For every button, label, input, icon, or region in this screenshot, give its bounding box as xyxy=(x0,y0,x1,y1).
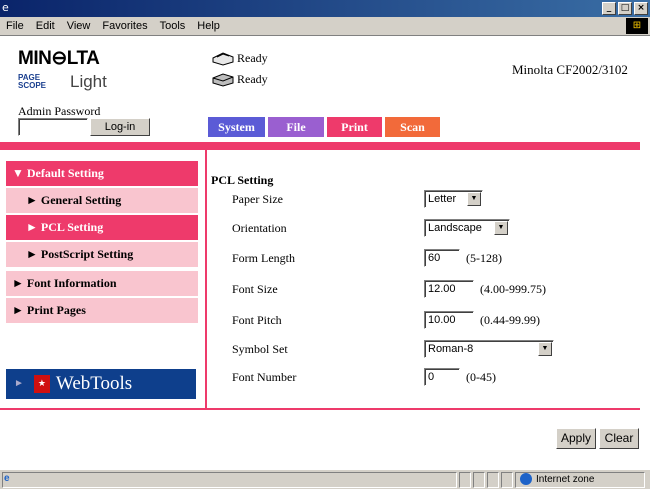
orientation-label: Orientation xyxy=(232,221,287,235)
form-length-hint: (5-128) xyxy=(466,250,502,265)
header-divider xyxy=(0,142,640,150)
ie-icon: e xyxy=(2,1,9,14)
sidebar-divider xyxy=(205,150,207,409)
window-controls: _ □ × xyxy=(602,2,648,15)
scanner-status: Ready xyxy=(211,71,268,87)
paper-size-label: Paper Size xyxy=(232,192,283,206)
tab-file[interactable]: File xyxy=(268,117,324,137)
device-model: Minolta CF2002/3102 xyxy=(512,62,628,77)
font-size-label: Font Size xyxy=(232,282,278,296)
printer-status: Ready xyxy=(211,50,268,66)
sidebar-item-print-pages[interactable]: ► Print Pages xyxy=(6,298,198,323)
window-title-bar: e _ □ × xyxy=(0,0,650,17)
orientation-select[interactable]: Landscape ▼ xyxy=(424,219,510,237)
orientation-control: Landscape ▼ xyxy=(424,218,510,238)
internet-zone: Internet zone xyxy=(520,473,594,485)
status-panel xyxy=(473,472,485,488)
status-panel xyxy=(487,472,499,488)
form-length-label: Form Length xyxy=(232,251,295,265)
sidebar-item-default-setting[interactable]: ▼ Default Setting xyxy=(6,161,198,186)
menu-help[interactable]: Help xyxy=(191,20,226,32)
clear-button[interactable]: Clear xyxy=(599,428,639,449)
font-number-label: Font Number xyxy=(232,370,297,384)
globe-icon xyxy=(520,473,532,485)
font-size-input[interactable]: 12.00 xyxy=(424,280,474,298)
paper-size-select[interactable]: Letter ▼ xyxy=(424,190,483,208)
scanner-status-text: Ready xyxy=(237,71,268,86)
symbol-set-label: Symbol Set xyxy=(232,342,288,356)
admin-password-label: Admin Password xyxy=(18,104,101,118)
tab-system[interactable]: System xyxy=(208,117,265,137)
footer-divider xyxy=(0,408,640,410)
dropdown-arrow-icon: ▼ xyxy=(538,342,552,356)
form-length-input[interactable]: 60 xyxy=(424,249,460,267)
status-panel-main xyxy=(2,472,457,488)
dropdown-arrow-icon: ▼ xyxy=(467,192,481,206)
browser-status-bar: e Internet zone xyxy=(0,469,650,489)
paper-size-control: Letter ▼ xyxy=(424,189,483,209)
webtools-link[interactable]: ► ★ WebTools xyxy=(6,369,196,399)
font-number-control: 0 (0-45) xyxy=(424,367,496,387)
tab-print[interactable]: Print xyxy=(327,117,382,137)
font-size-hint: (4.00-999.75) xyxy=(480,281,546,296)
menu-edit[interactable]: Edit xyxy=(30,20,61,32)
font-pitch-label: Font Pitch xyxy=(232,313,282,327)
symbol-set-control: Roman-8 ▼ xyxy=(424,339,554,359)
dropdown-arrow-icon: ▼ xyxy=(494,221,508,235)
scanner-icon xyxy=(212,73,234,87)
admin-password-input[interactable] xyxy=(18,118,88,136)
sidebar-item-font-information[interactable]: ► Font Information xyxy=(6,271,198,296)
menu-file[interactable]: File xyxy=(0,20,30,32)
login-button[interactable]: Log-in xyxy=(90,118,150,136)
close-button[interactable]: × xyxy=(634,2,648,15)
tab-scan[interactable]: Scan xyxy=(385,117,440,137)
menu-favorites[interactable]: Favorites xyxy=(96,20,153,32)
font-size-control: 12.00 (4.00-999.75) xyxy=(424,279,546,299)
pagescope-badge: PAGE SCOPE xyxy=(18,73,47,90)
menu-bar: File Edit View Favorites Tools Help ⊞ xyxy=(0,17,650,36)
status-panel xyxy=(459,472,471,488)
internet-zone-label: Internet zone xyxy=(536,473,595,485)
minimize-button[interactable]: _ xyxy=(602,2,616,15)
paper-size-value: Letter xyxy=(428,193,457,205)
font-number-input[interactable]: 0 xyxy=(424,368,460,386)
status-panel xyxy=(501,472,513,488)
font-pitch-input[interactable]: 10.00 xyxy=(424,311,474,329)
symbol-set-select[interactable]: Roman-8 ▼ xyxy=(424,340,554,358)
pagescope-text: Light xyxy=(70,72,107,91)
font-number-hint: (0-45) xyxy=(466,369,496,384)
apply-button[interactable]: Apply xyxy=(556,428,596,449)
menu-tools[interactable]: Tools xyxy=(154,20,192,32)
webtools-logo-icon: ★ xyxy=(33,375,50,393)
sidebar-item-pcl-setting[interactable]: ► PCL Setting xyxy=(6,215,198,240)
page-title: PCL Setting xyxy=(211,173,274,187)
symbol-set-value: Roman-8 xyxy=(428,343,474,355)
menu-view[interactable]: View xyxy=(61,20,97,32)
font-pitch-hint: (0.44-99.99) xyxy=(480,312,540,327)
webtools-label: WebTools xyxy=(55,373,133,394)
webtools-arrow-icon: ► xyxy=(14,378,24,389)
font-pitch-control: 10.00 (0.44-99.99) xyxy=(424,310,540,330)
printer-status-text: Ready xyxy=(237,50,268,65)
windows-logo-icon: ⊞ xyxy=(626,18,648,34)
pagescope-logo: PAGE SCOPE Light xyxy=(18,72,107,92)
sidebar-item-postscript-setting[interactable]: ► PostScript Setting xyxy=(6,242,198,267)
maximize-button[interactable]: □ xyxy=(618,2,632,15)
sidebar-item-general-setting[interactable]: ► General Setting xyxy=(6,188,198,213)
orientation-value: Landscape xyxy=(428,222,482,234)
minolta-logo: MIN⊖LTA xyxy=(18,48,100,69)
printer-icon xyxy=(212,52,234,66)
form-length-control: 60 (5-128) xyxy=(424,248,502,268)
